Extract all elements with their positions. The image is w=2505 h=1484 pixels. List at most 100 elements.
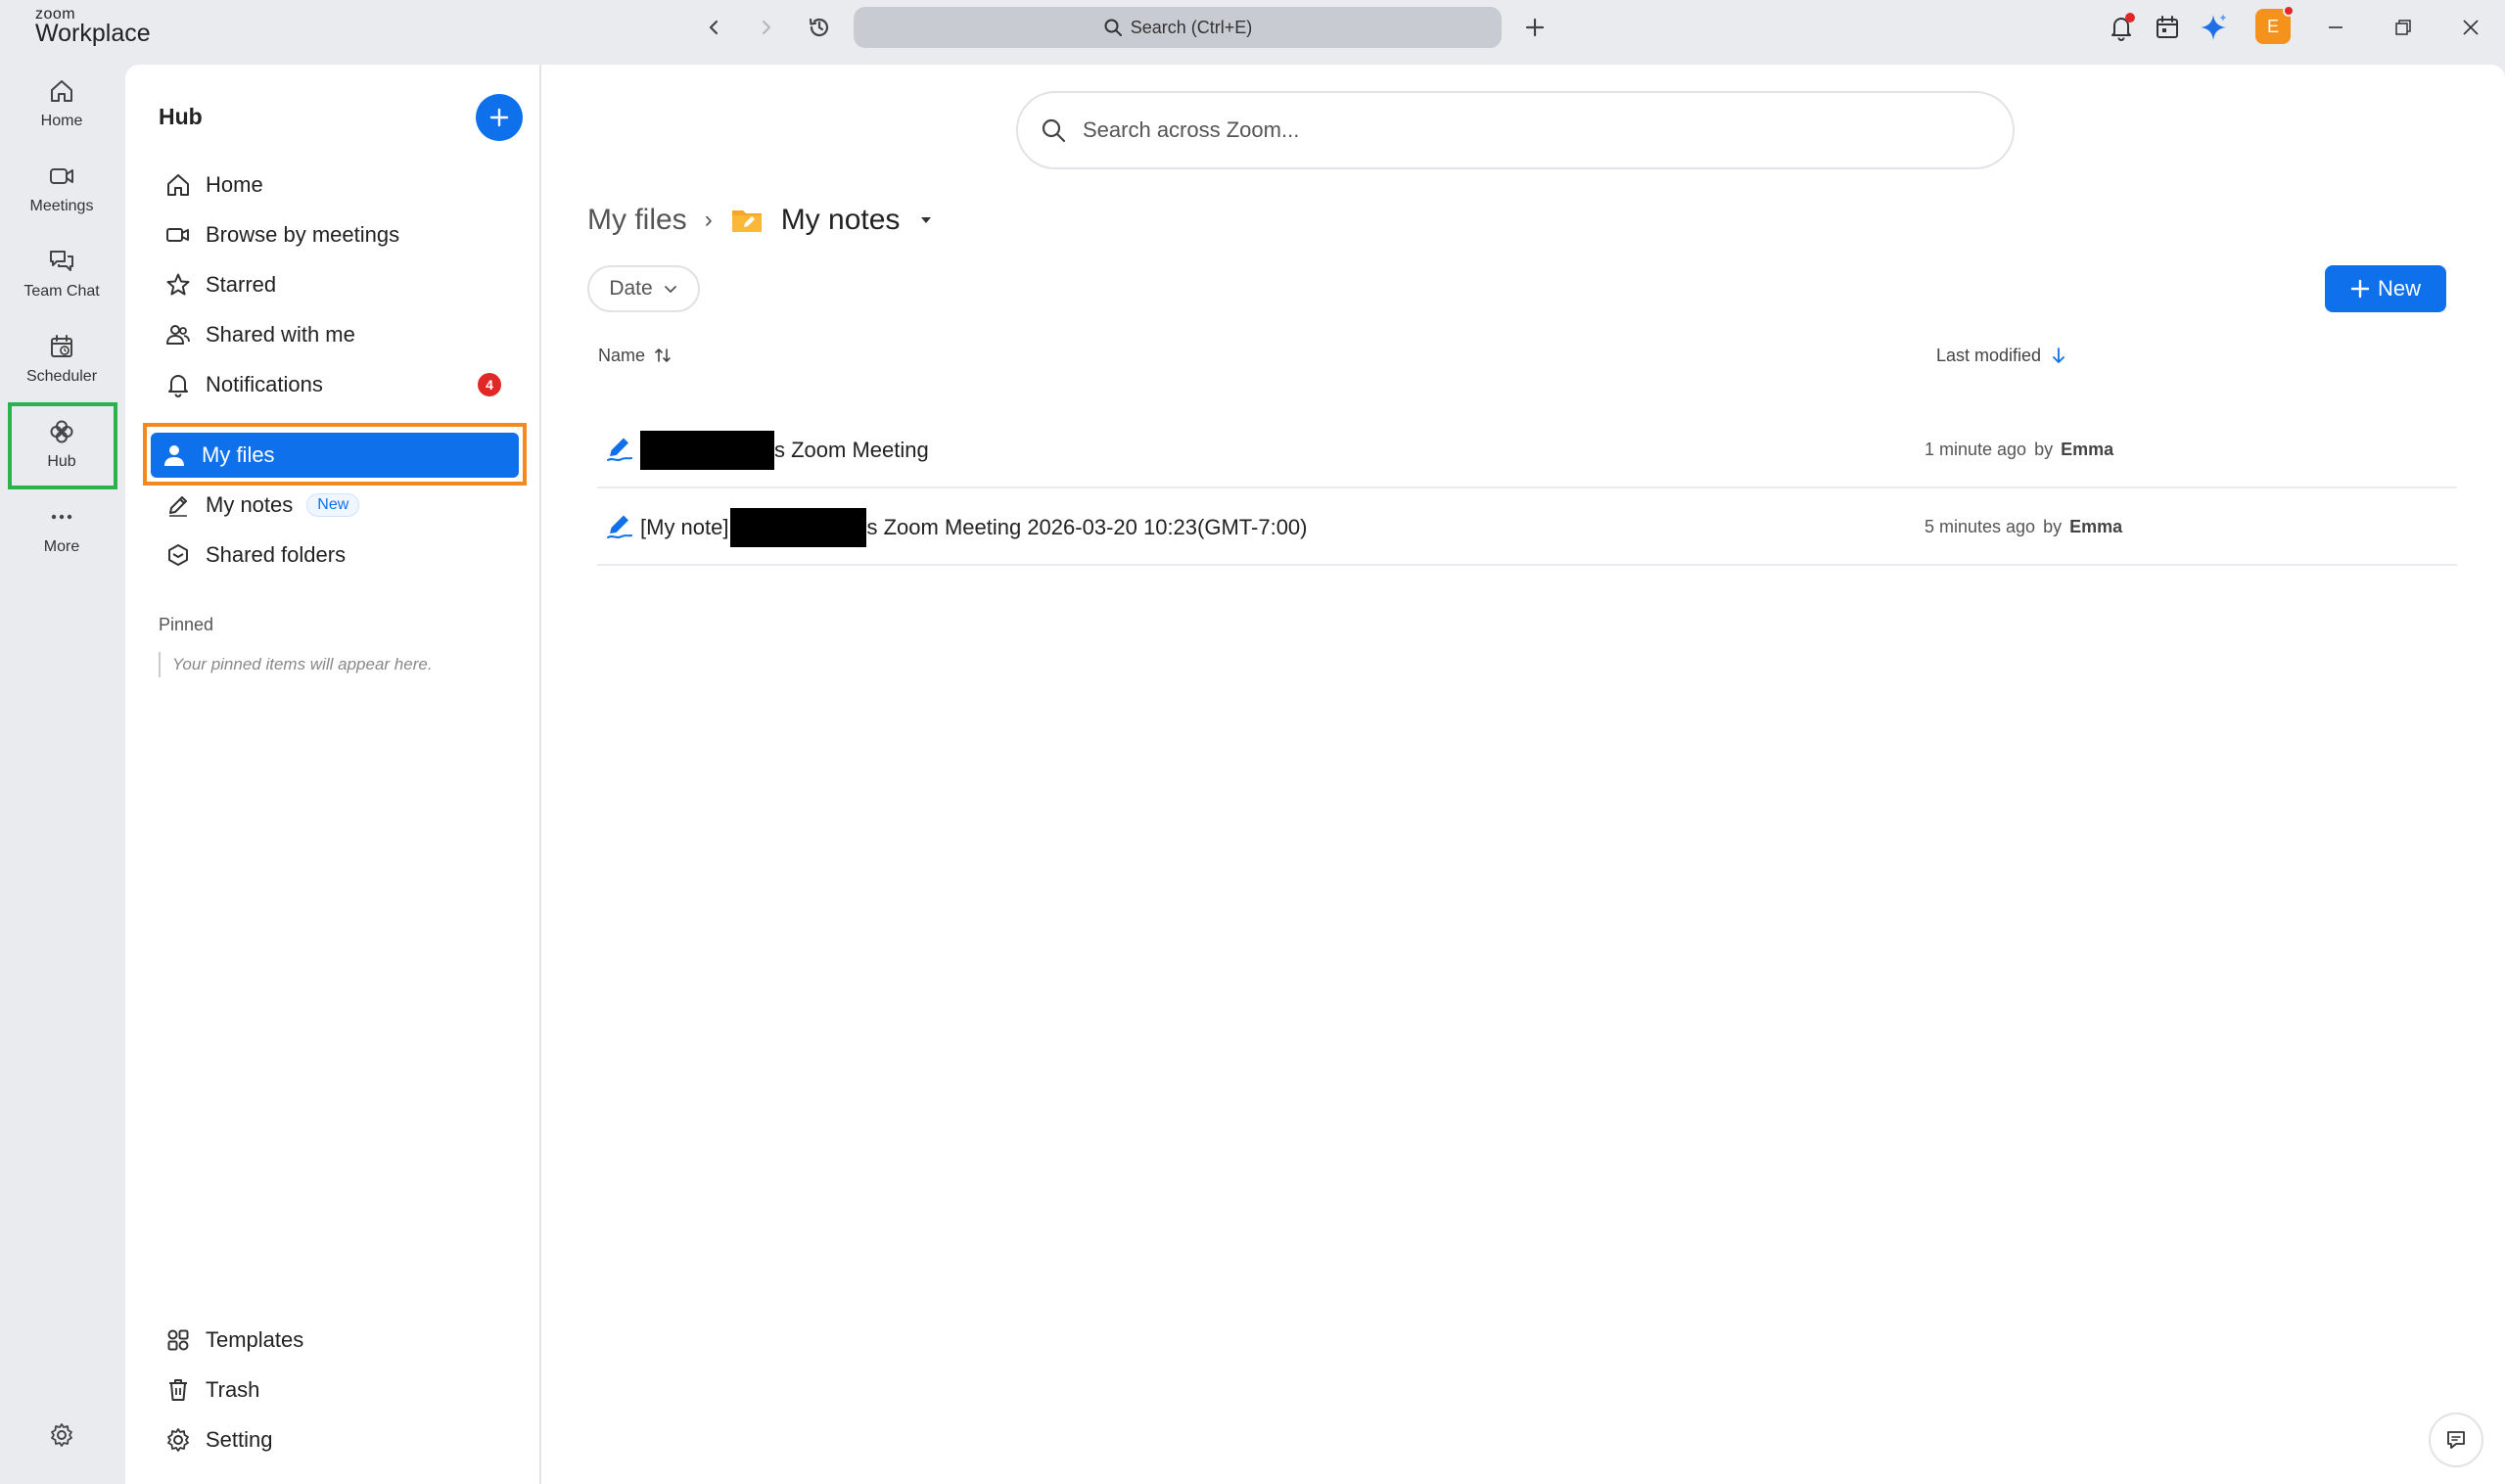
- chevron-left-icon: [709, 20, 719, 35]
- rail-team-chat[interactable]: Team Chat: [10, 235, 114, 313]
- more-dots-icon: [51, 514, 72, 520]
- sidebar-item-my-notes[interactable]: My notes New: [155, 483, 517, 528]
- column-header-name[interactable]: Name: [598, 341, 673, 370]
- sidebar-item-setting[interactable]: Setting: [155, 1417, 517, 1462]
- rail-meetings[interactable]: Meetings: [10, 150, 114, 228]
- breadcrumb-my-notes: My notes: [780, 204, 901, 236]
- rail-home[interactable]: Home: [10, 65, 114, 143]
- sidebar-item-shared-label: Shared with me: [206, 322, 355, 347]
- new-button[interactable]: New: [2325, 265, 2446, 312]
- calendar-button[interactable]: [2146, 6, 2189, 49]
- hub-search-placeholder: Search across Zoom...: [1083, 117, 1300, 142]
- title-bar: zoom Workplace Search (Ctrl+E) E: [0, 0, 2505, 65]
- sidebar-item-browse-by-meetings[interactable]: Browse by meetings: [155, 212, 517, 257]
- column-header-last-modified[interactable]: Last modified: [1936, 341, 2068, 370]
- note-file-icon: [607, 438, 632, 461]
- breadcrumb-separator: ›: [704, 207, 713, 233]
- ai-companion-button[interactable]: [2192, 6, 2235, 49]
- file-author: Emma: [2069, 517, 2123, 536]
- trash-icon: [169, 1379, 187, 1401]
- pinned-empty-text: Your pinned items will appear here.: [159, 652, 433, 677]
- rail-scheduler[interactable]: Scheduler: [10, 320, 114, 398]
- file-modified-by: by: [2034, 440, 2054, 459]
- chat-bubbles-icon: [50, 251, 73, 271]
- file-row[interactable]: [My note] s Zoom Meeting 2026-03-20 10:2…: [597, 488, 2457, 566]
- restore-button[interactable]: [2382, 6, 2425, 49]
- hub-search-input[interactable]: Search across Zoom...: [1016, 91, 2015, 169]
- file-name-prefix: [My note]: [640, 514, 729, 539]
- sidebar-item-trash[interactable]: Trash: [155, 1368, 517, 1413]
- notifications-count-badge: 4: [478, 373, 501, 396]
- app-settings-button[interactable]: [40, 1414, 83, 1457]
- file-name: s Zoom Meeting: [640, 411, 929, 488]
- forward-button[interactable]: [745, 6, 788, 49]
- file-modified-by: by: [2043, 517, 2063, 536]
- history-button[interactable]: [798, 6, 841, 49]
- hub-highlight-outline: [8, 402, 117, 489]
- back-button[interactable]: [692, 6, 735, 49]
- sidebar-item-shared-folders[interactable]: Shared folders: [155, 533, 517, 578]
- file-modified: 5 minutes ago by Emma: [1925, 488, 2122, 566]
- global-search-bar[interactable]: Search (Ctrl+E): [854, 7, 1502, 48]
- templates-icon: [167, 1329, 189, 1351]
- home-icon: [167, 174, 189, 196]
- sidebar-item-shared-folders-label: Shared folders: [206, 542, 347, 567]
- redacted-block: [640, 430, 774, 470]
- breadcrumb-my-files[interactable]: My files: [587, 204, 687, 237]
- selected-item-outline: [143, 423, 527, 486]
- sidebar-item-trash-label: Trash: [206, 1377, 260, 1402]
- new-tag-badge: New: [306, 493, 360, 517]
- file-modified: 1 minute ago by Emma: [1925, 411, 2113, 488]
- gear-icon: [167, 1428, 189, 1452]
- note-file-icon: [607, 515, 632, 538]
- date-filter-dropdown[interactable]: Date: [587, 265, 700, 312]
- date-filter-label: Date: [609, 277, 653, 300]
- new-button-label: New: [2377, 276, 2421, 301]
- feedback-button[interactable]: [2429, 1413, 2483, 1467]
- file-name-suffix: s Zoom Meeting: [774, 437, 929, 462]
- sidebar-item-setting-label: Setting: [206, 1427, 273, 1452]
- rail-meetings-label: Meetings: [29, 198, 94, 214]
- minimize-icon: [2329, 26, 2343, 28]
- search-icon: [1104, 19, 1122, 36]
- sidebar-item-starred-label: Starred: [206, 272, 277, 297]
- new-tab-button[interactable]: [1513, 6, 1556, 49]
- calendar-icon: [2157, 16, 2178, 38]
- sidebar-item-templates[interactable]: Templates: [155, 1318, 517, 1363]
- breadcrumb: My files › My notes: [587, 198, 935, 243]
- plus-icon: [2350, 279, 2370, 299]
- notes-folder-icon: [731, 210, 762, 232]
- redacted-block: [730, 507, 867, 547]
- star-icon: [166, 273, 190, 296]
- sidebar-title: Hub: [159, 104, 203, 129]
- global-search-label: Search (Ctrl+E): [1130, 17, 1253, 37]
- sidebar-item-my-notes-label: My notes: [206, 492, 294, 517]
- close-icon: [2463, 20, 2479, 35]
- column-name-label: Name: [598, 345, 646, 365]
- file-row[interactable]: s Zoom Meeting 1 minute ago by Emma: [597, 411, 2457, 488]
- sidebar-item-shared-with-me[interactable]: Shared with me: [155, 312, 517, 357]
- sidebar-item-starred[interactable]: Starred: [155, 262, 517, 307]
- sidebar-item-browse-label: Browse by meetings: [206, 222, 400, 247]
- chevron-right-icon: [762, 20, 771, 35]
- notifications-bell-button[interactable]: [2100, 6, 2143, 49]
- caret-down-icon[interactable]: [917, 211, 935, 229]
- scheduler-icon: [51, 335, 72, 357]
- minimize-button[interactable]: [2314, 6, 2357, 49]
- presence-badge: [2283, 5, 2295, 17]
- sidebar-item-notifications[interactable]: Notifications 4: [155, 362, 517, 407]
- sidebar-item-home[interactable]: Home: [155, 162, 517, 208]
- video-camera-icon: [166, 228, 189, 242]
- history-icon: [809, 18, 829, 37]
- plus-icon: [489, 108, 509, 127]
- sidebar-item-templates-label: Templates: [206, 1327, 304, 1352]
- user-avatar[interactable]: E: [2255, 5, 2295, 44]
- create-button[interactable]: [476, 94, 523, 141]
- file-modified-time: 5 minutes ago: [1925, 517, 2036, 536]
- rail-more[interactable]: More: [10, 490, 114, 569]
- file-name: [My note] s Zoom Meeting 2026-03-20 10:2…: [640, 488, 1308, 566]
- sort-icon: [655, 348, 671, 362]
- video-camera-icon: [50, 168, 73, 184]
- close-button[interactable]: [2449, 6, 2492, 49]
- pinned-section-title: Pinned: [159, 615, 214, 634]
